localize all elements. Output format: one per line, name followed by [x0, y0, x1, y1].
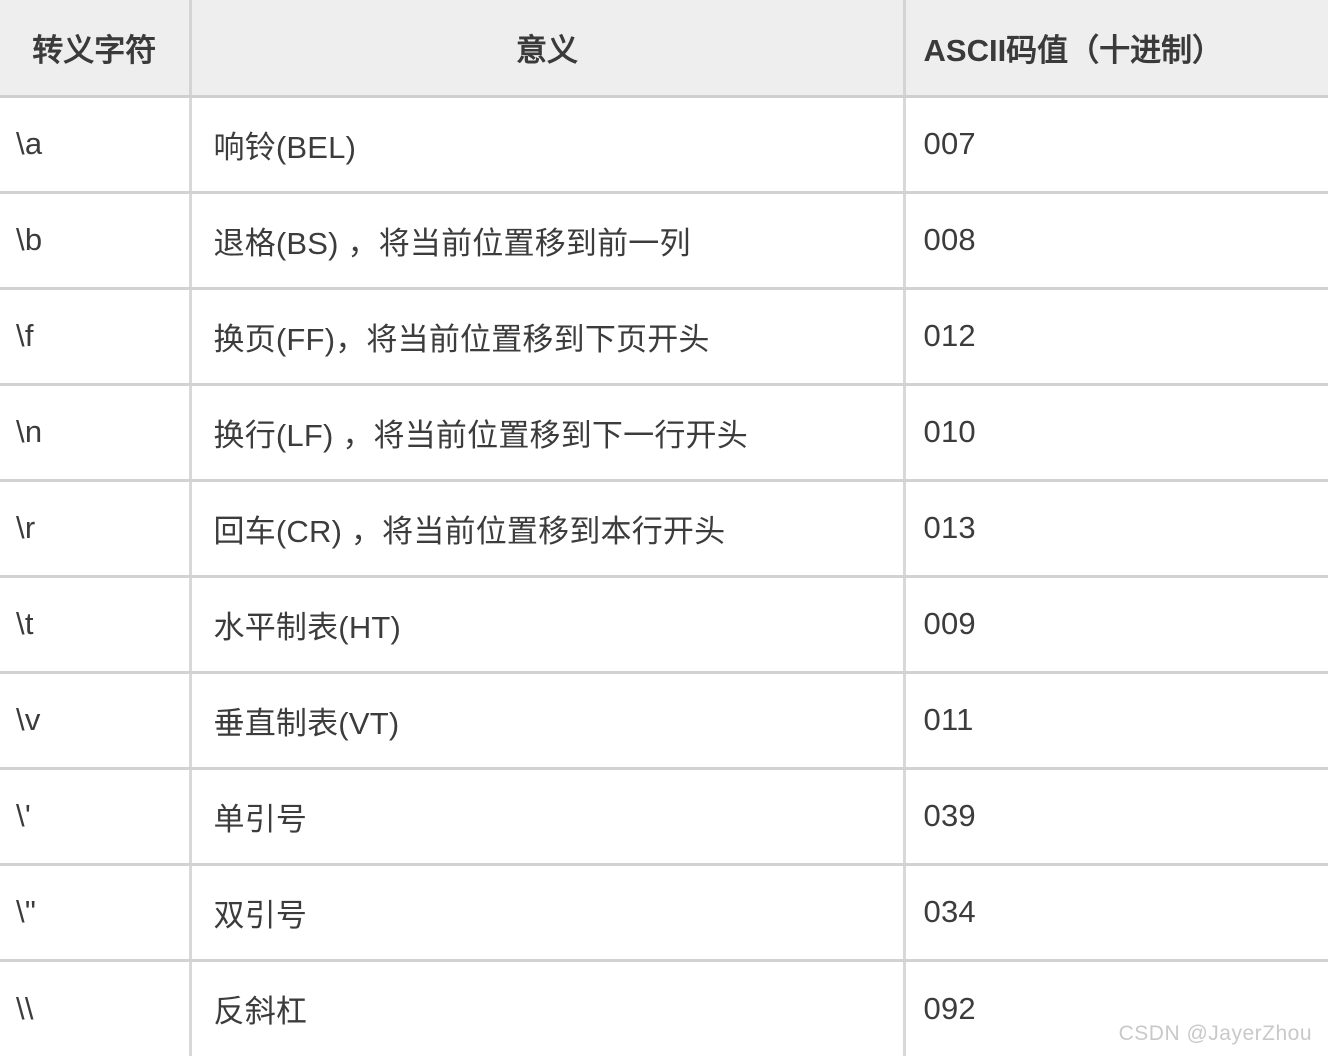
cell-escape-character: \' — [0, 768, 192, 866]
cell-meaning: 退格(BS) ，将当前位置移到前一列 — [190, 192, 906, 290]
cell-escape-character: \f — [0, 288, 192, 386]
cell-ascii-code: 007 — [904, 96, 1328, 194]
cell-meaning: 响铃(BEL) — [190, 96, 906, 194]
table-row: \f 换页(FF)，将当前位置移到下页开头 012 — [0, 288, 1328, 386]
cell-meaning: 双引号 — [190, 864, 906, 962]
table-row: \r 回车(CR) ，将当前位置移到本行开头 013 — [0, 480, 1328, 578]
cell-ascii-code: 012 — [904, 288, 1328, 386]
table-header: 转义字符 意义 ASCII码值（十进制） — [0, 0, 1328, 98]
table-row: \" 双引号 034 — [0, 864, 1328, 962]
cell-ascii-code: 008 — [904, 192, 1328, 290]
cell-escape-character: \n — [0, 384, 192, 482]
table-row: \b 退格(BS) ，将当前位置移到前一列 008 — [0, 192, 1328, 290]
cell-ascii-code: 011 — [904, 672, 1328, 770]
table-row: \a 响铃(BEL) 007 — [0, 96, 1328, 194]
cell-meaning: 换行(LF) ，将当前位置移到下一行开头 — [190, 384, 906, 482]
cell-meaning: 换页(FF)，将当前位置移到下页开头 — [190, 288, 906, 386]
table-row: \t 水平制表(HT) 009 — [0, 576, 1328, 674]
cell-escape-character: \" — [0, 864, 192, 962]
cell-escape-character: \b — [0, 192, 192, 290]
escape-character-table: 转义字符 意义 ASCII码值（十进制） \a 响铃(BEL) 007 \b 退… — [0, 0, 1328, 1056]
cell-escape-character: \v — [0, 672, 192, 770]
column-header-ascii-code: ASCII码值（十进制） — [904, 0, 1328, 98]
cell-meaning: 回车(CR) ，将当前位置移到本行开头 — [190, 480, 906, 578]
cell-meaning: 水平制表(HT) — [190, 576, 906, 674]
cell-escape-character: \a — [0, 96, 192, 194]
table-row: \v 垂直制表(VT) 011 — [0, 672, 1328, 770]
cell-meaning: 垂直制表(VT) — [190, 672, 906, 770]
cell-escape-character: \r — [0, 480, 192, 578]
cell-ascii-code: 034 — [904, 864, 1328, 962]
cell-ascii-code: 013 — [904, 480, 1328, 578]
cell-escape-character: \\ — [0, 960, 192, 1056]
column-header-escape-character: 转义字符 — [0, 0, 192, 98]
cell-ascii-code: 009 — [904, 576, 1328, 674]
table-body: \a 响铃(BEL) 007 \b 退格(BS) ，将当前位置移到前一列 008… — [0, 96, 1328, 1056]
cell-meaning: 反斜杠 — [190, 960, 906, 1056]
cell-ascii-code: 010 — [904, 384, 1328, 482]
cell-escape-character: \t — [0, 576, 192, 674]
table-row: \\ 反斜杠 092 — [0, 960, 1328, 1056]
cell-meaning: 单引号 — [190, 768, 906, 866]
escape-character-table-container: 转义字符 意义 ASCII码值（十进制） \a 响铃(BEL) 007 \b 退… — [0, 0, 1328, 1056]
cell-ascii-code: 092 — [904, 960, 1328, 1056]
cell-ascii-code: 039 — [904, 768, 1328, 866]
table-row: \' 单引号 039 — [0, 768, 1328, 866]
table-header-row: 转义字符 意义 ASCII码值（十进制） — [0, 0, 1328, 98]
table-row: \n 换行(LF) ，将当前位置移到下一行开头 010 — [0, 384, 1328, 482]
column-header-meaning: 意义 — [190, 0, 906, 98]
